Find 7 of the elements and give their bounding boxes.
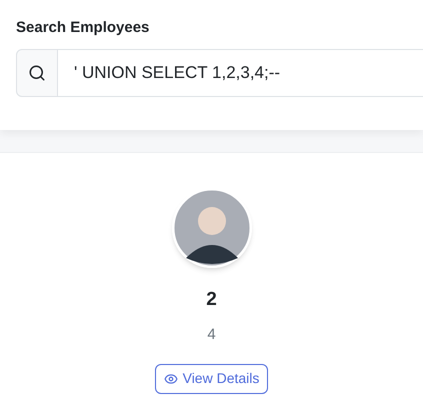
search-icon [28, 64, 46, 82]
search-label: Search Employees [16, 18, 150, 38]
view-details-button[interactable]: View Details [154, 364, 268, 394]
employee-name: 2 [206, 288, 217, 312]
eye-icon [164, 372, 178, 386]
employee-subtitle: 4 [207, 325, 216, 345]
search-field[interactable]: ' UNION SELECT 1,2,3,4;-- [58, 48, 423, 96]
